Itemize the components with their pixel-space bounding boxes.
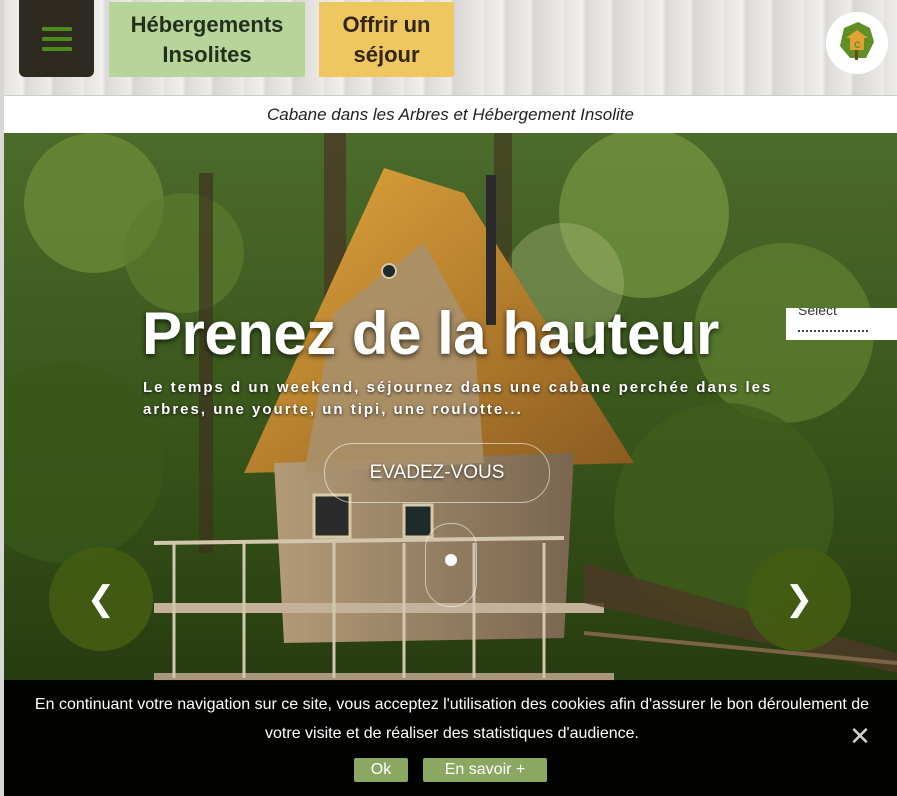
- cookie-ok-label: Ok: [370, 761, 392, 778]
- slider-next-button[interactable]: ❯: [747, 547, 851, 651]
- site-header: Hébergements Insolites Offrir un séjour …: [4, 0, 897, 95]
- nav-hebergements-insolites[interactable]: Hébergements Insolites: [109, 2, 305, 77]
- hero-title: Prenez de la hauteur: [142, 300, 719, 367]
- scroll-down-indicator[interactable]: [425, 523, 477, 607]
- site-tagline: Cabane dans les Arbres et Hébergement In…: [4, 95, 897, 134]
- language-select[interactable]: Select: [786, 308, 897, 340]
- hero-subtitle: Le temps d un weekend, séjournez dans un…: [143, 379, 773, 418]
- slider-prev-button[interactable]: ❮: [49, 547, 153, 651]
- cookie-notice-text: En continuant votre navigation sur ce si…: [34, 696, 870, 742]
- tagline-text: Cabane dans les Arbres et Hébergement In…: [267, 104, 634, 124]
- chevron-right-icon: ❯: [784, 580, 814, 618]
- france-treehouse-logo-icon: C: [826, 12, 888, 74]
- menu-button[interactable]: [19, 0, 94, 77]
- site-logo[interactable]: C: [826, 12, 888, 74]
- scroll-dot-icon: [445, 554, 457, 566]
- nav-offrir-sejour[interactable]: Offrir un séjour: [319, 2, 454, 77]
- cta-label: EVADEZ-VOUS: [369, 462, 505, 483]
- evadez-vous-button[interactable]: EVADEZ-VOUS: [324, 443, 550, 503]
- nav-hebergements-label: Hébergements Insolites: [130, 11, 284, 67]
- svg-text:C: C: [854, 40, 861, 50]
- cookie-more-label: En savoir +: [444, 761, 526, 778]
- cookie-learn-more-button[interactable]: En savoir +: [423, 758, 547, 782]
- close-icon[interactable]: ✕: [848, 723, 872, 749]
- cookie-banner: En continuant votre navigation sur ce si…: [4, 680, 897, 796]
- language-select-underline: [798, 330, 868, 334]
- chevron-left-icon: ❮: [86, 580, 116, 618]
- nav-offrir-label: Offrir un séjour: [342, 11, 431, 67]
- language-select-label: Select: [798, 308, 837, 318]
- cookie-ok-button[interactable]: Ok: [354, 758, 408, 782]
